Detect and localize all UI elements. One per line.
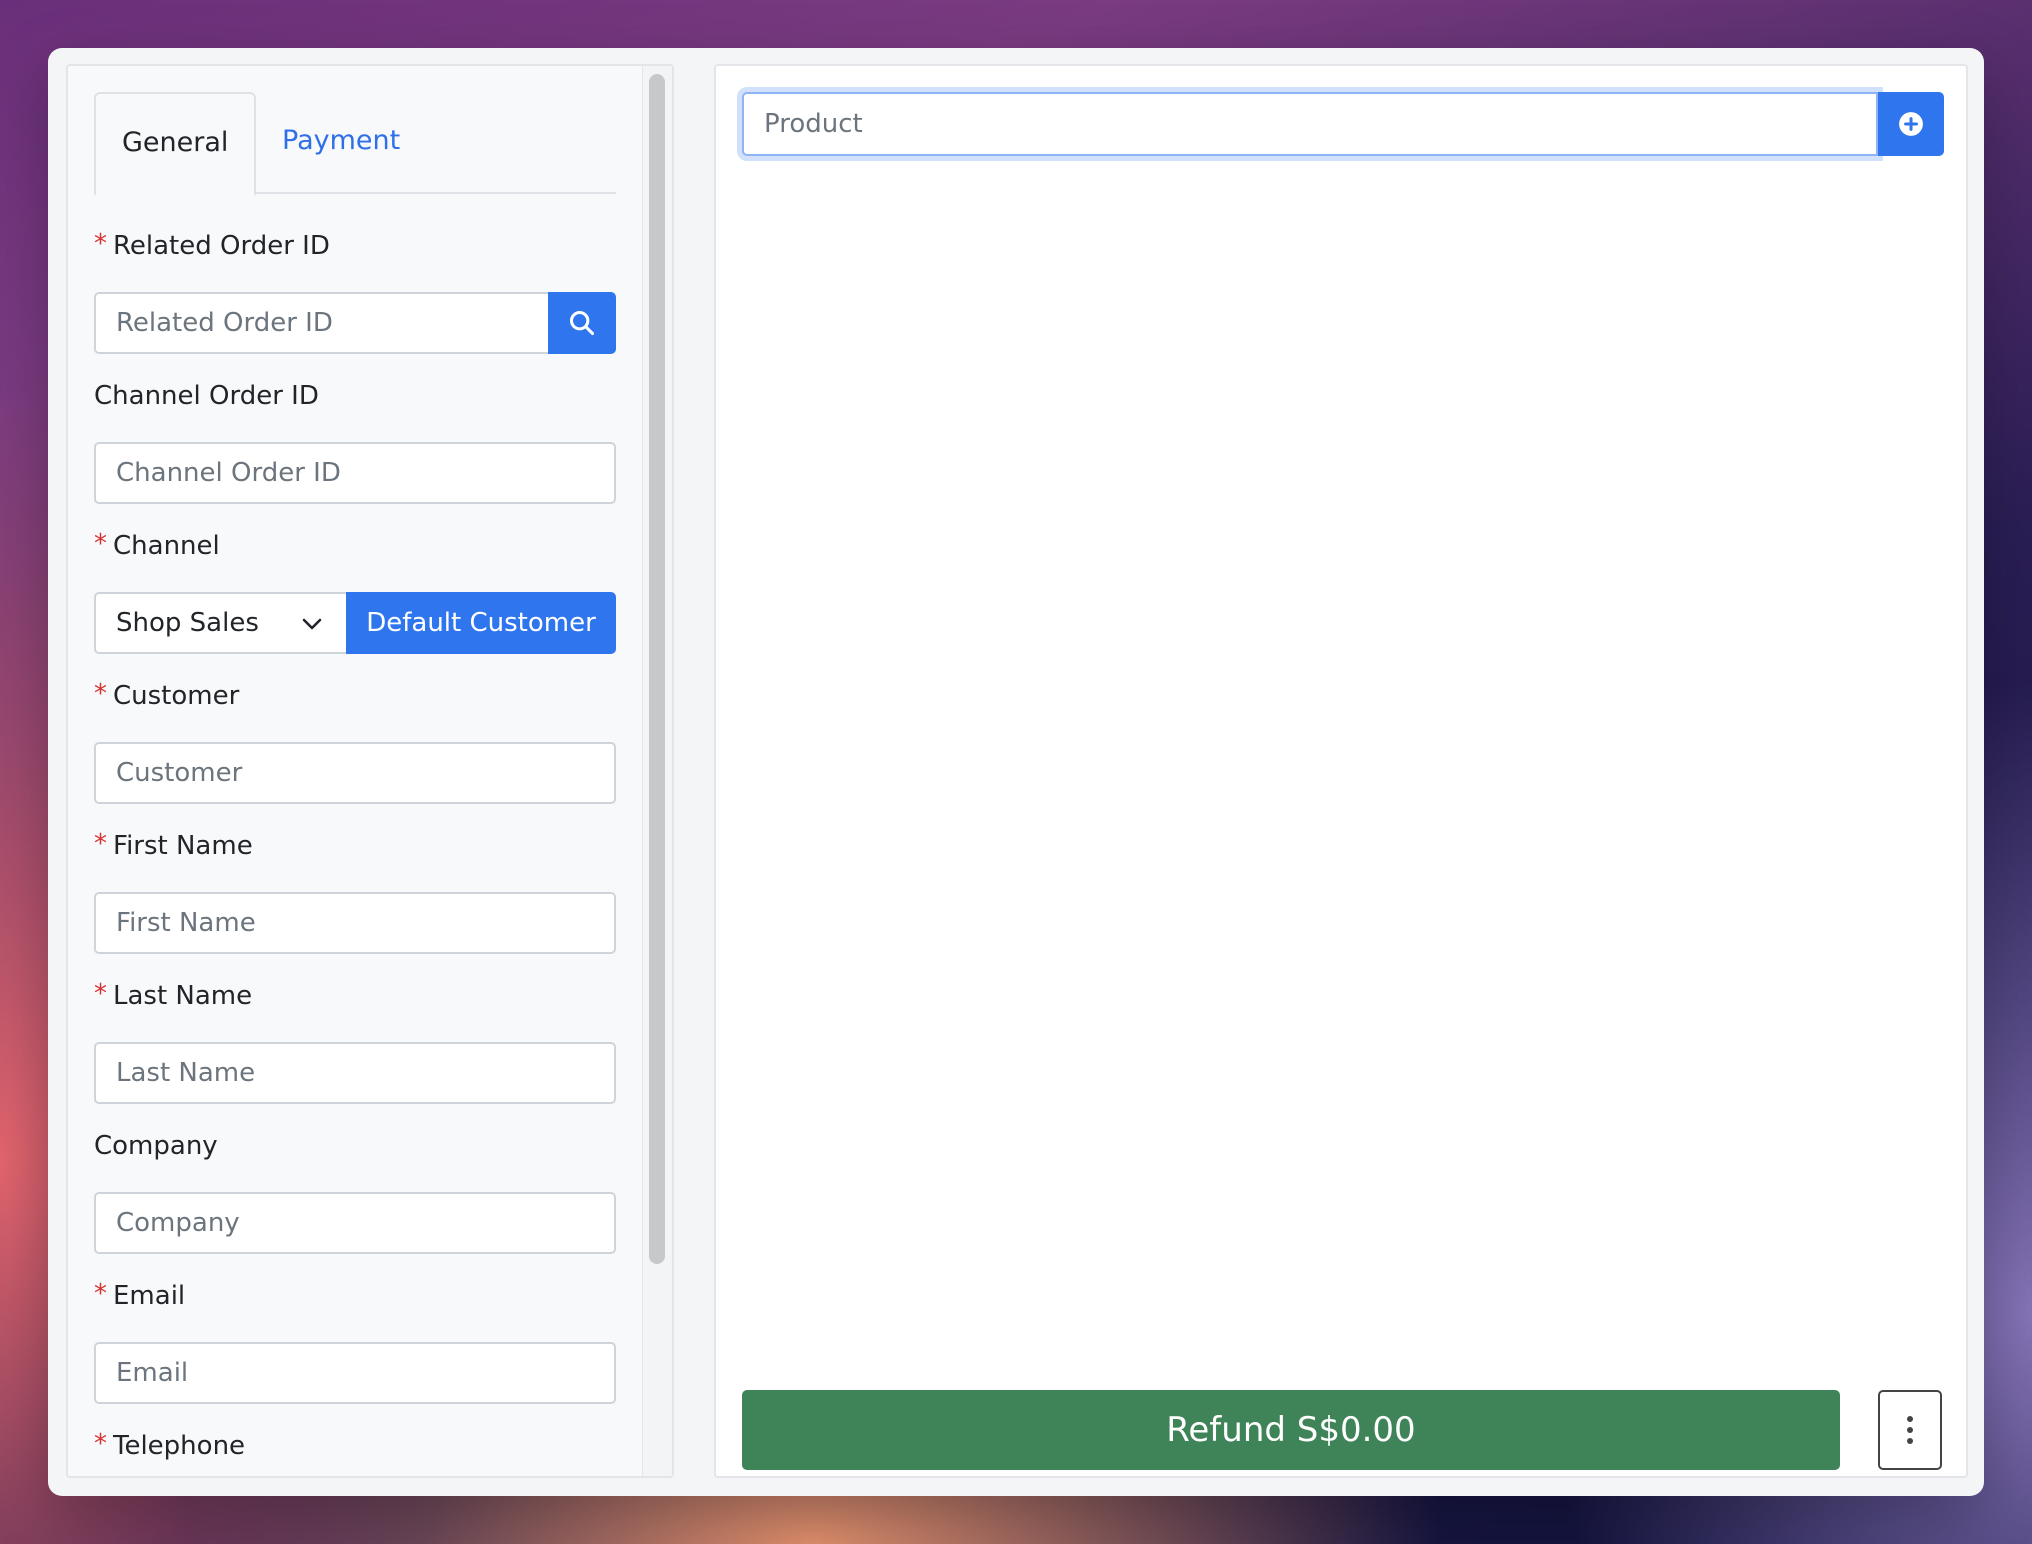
required-marker: * — [94, 829, 107, 859]
related-order-id-label: Related Order ID — [113, 231, 330, 261]
required-marker: * — [94, 1279, 107, 1309]
chevron-down-icon — [302, 618, 322, 630]
channel-group: * Channel Shop Sales Default Customer — [94, 528, 616, 654]
more-options-button[interactable] — [1878, 1390, 1942, 1470]
required-marker: * — [94, 679, 107, 709]
last-name-input[interactable]: Last Name — [94, 1042, 616, 1104]
email-label: Email — [113, 1281, 186, 1311]
plus-circle-icon — [1899, 112, 1923, 136]
scrollbar-thumb[interactable] — [649, 74, 665, 1264]
search-icon — [569, 310, 595, 336]
order-form-panel: General Payment * Related Order ID Relate… — [66, 64, 674, 1478]
channel-select-value: Shop Sales — [116, 608, 259, 638]
channel-label: Channel — [113, 531, 220, 561]
search-order-button[interactable] — [548, 292, 616, 354]
last-name-label: Last Name — [113, 981, 253, 1011]
refund-button[interactable]: Refund S$0.00 — [742, 1390, 1840, 1470]
scrollbar-track[interactable] — [642, 66, 672, 1476]
add-product-button[interactable] — [1878, 92, 1944, 156]
channel-order-id-group: Channel Order ID Channel Order ID — [94, 378, 616, 504]
telephone-group: * Telephone — [94, 1428, 616, 1476]
product-panel: Product Refund S$0.00 — [714, 64, 1968, 1478]
product-input[interactable]: Product — [742, 92, 1878, 156]
company-group: Company Company — [94, 1128, 616, 1254]
vertical-dots-icon — [1907, 1416, 1913, 1444]
default-customer-button[interactable]: Default Customer — [346, 592, 616, 654]
required-marker: * — [94, 979, 107, 1009]
telephone-label: Telephone — [113, 1431, 246, 1461]
required-marker: * — [94, 1429, 107, 1459]
email-group: * Email Email — [94, 1278, 616, 1404]
customer-group: * Customer Customer — [94, 678, 616, 804]
customer-label: Customer — [113, 681, 240, 711]
tab-payment[interactable]: Payment — [256, 92, 426, 194]
app-window: General Payment * Related Order ID Relate… — [48, 48, 1984, 1496]
last-name-group: * Last Name Last Name — [94, 978, 616, 1104]
first-name-input[interactable]: First Name — [94, 892, 616, 954]
related-order-id-input[interactable]: Related Order ID — [94, 292, 548, 354]
order-form: General Payment * Related Order ID Relate… — [94, 92, 616, 1461]
first-name-label: First Name — [113, 831, 253, 861]
email-input[interactable]: Email — [94, 1342, 616, 1404]
required-marker: * — [94, 529, 107, 559]
company-input[interactable]: Company — [94, 1192, 616, 1254]
tab-general[interactable]: General — [94, 92, 257, 196]
first-name-group: * First Name First Name — [94, 828, 616, 954]
related-order-id-group: * Related Order ID Related Order ID — [94, 228, 616, 354]
required-marker: * — [94, 229, 107, 259]
company-label: Company — [94, 1131, 218, 1161]
channel-order-id-label: Channel Order ID — [94, 381, 319, 411]
customer-input[interactable]: Customer — [94, 742, 616, 804]
product-search-row: Product — [742, 92, 1944, 156]
channel-select[interactable]: Shop Sales — [94, 592, 346, 654]
channel-order-id-input[interactable]: Channel Order ID — [94, 442, 616, 504]
form-tabs: General Payment — [94, 92, 616, 196]
